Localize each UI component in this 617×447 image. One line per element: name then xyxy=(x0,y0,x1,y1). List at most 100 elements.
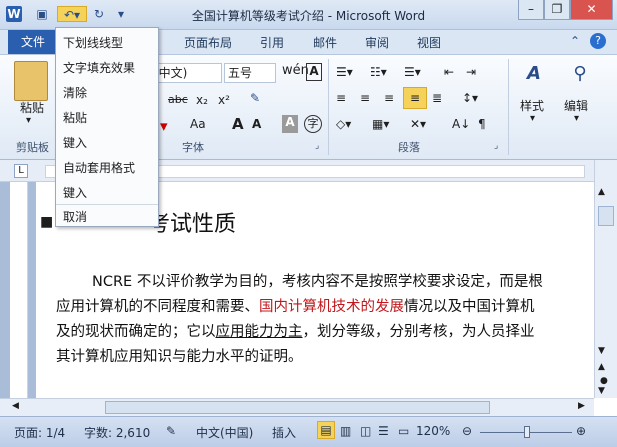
shrink-font-button[interactable]: A xyxy=(252,117,261,131)
paste-button[interactable]: 粘贴 xyxy=(20,99,44,116)
menu-item-clear[interactable]: 清除 xyxy=(63,84,87,101)
tab-view[interactable]: 视图 xyxy=(417,34,441,51)
draft-view-icon[interactable]: ▭ xyxy=(398,424,409,438)
multilevel-list-icon[interactable]: ☰▾ xyxy=(404,65,421,79)
increase-indent-icon[interactable]: ⇥ xyxy=(466,65,476,79)
change-case-button[interactable]: Aa xyxy=(190,117,206,131)
prev-page-icon[interactable]: ▲ xyxy=(598,362,605,372)
scroll-right-icon[interactable]: ▶ xyxy=(578,401,585,411)
text-run: 应用计算机的不同程度和需要、 xyxy=(56,299,259,315)
align-left-icon[interactable]: ≡ xyxy=(336,91,346,105)
text-run: ，划分等级，分别考核，为人员择业 xyxy=(302,324,535,340)
help-icon[interactable]: ? xyxy=(590,33,606,49)
styles-button[interactable]: 样式 xyxy=(520,97,544,114)
paste-icon[interactable] xyxy=(14,61,48,101)
scroll-down-icon[interactable]: ▼ xyxy=(598,346,605,356)
subscript-button[interactable]: x₂ xyxy=(196,93,208,107)
outline-view-icon[interactable]: ☰ xyxy=(378,424,389,438)
paragraph-group-label: 段落 xyxy=(398,141,420,154)
scroll-thumb[interactable] xyxy=(598,206,614,226)
scroll-left-icon[interactable]: ◀ xyxy=(12,401,19,411)
tab-mailings[interactable]: 邮件 xyxy=(313,34,337,51)
print-layout-view-icon[interactable]: ▤ xyxy=(317,421,335,439)
char-border-icon[interactable]: A xyxy=(306,63,322,81)
editing-button[interactable]: 编辑 xyxy=(564,97,588,114)
word-count[interactable]: 字数: 2,610 xyxy=(84,424,150,441)
menu-item-cancel[interactable]: 取消 xyxy=(63,208,87,225)
close-button[interactable]: ✕ xyxy=(570,0,613,20)
paragraph-line-3: 及的现状而确定的；它以应用能力为主，划分等级，分别考核，为人员择业 xyxy=(56,320,535,341)
vertical-ruler xyxy=(10,182,28,398)
text-run: 及的现状而确定的；它以 xyxy=(56,324,216,340)
menu-item-type-2[interactable]: 键入 xyxy=(63,184,87,201)
editing-dropdown-icon[interactable]: ▾ xyxy=(574,113,579,124)
enclose-char-button[interactable]: 字 xyxy=(304,115,322,133)
justify-icon[interactable]: ≡ xyxy=(403,87,427,109)
tab-page-layout[interactable]: 页面布局 xyxy=(184,34,232,51)
page-counter[interactable]: 页面: 1/4 xyxy=(14,424,65,441)
minimize-ribbon-icon[interactable]: ⌃ xyxy=(570,34,580,48)
next-page-icon[interactable]: ▼ xyxy=(598,386,605,396)
clear-format-icon[interactable]: ✎ xyxy=(250,91,260,105)
chinese-layout-icon[interactable]: ✕▾ xyxy=(410,117,426,131)
status-bar: 页面: 1/4 字数: 2,610 ✎ 中文(中国) 插入 ▤ ▥ ◫ ☰ ▭ … xyxy=(0,416,617,447)
minimize-button[interactable]: – xyxy=(518,0,544,20)
vertical-scrollbar[interactable]: ▲ ▼ ▲ ● ▼ xyxy=(594,160,617,398)
distributed-icon[interactable]: ≣ xyxy=(432,91,442,105)
font-dialog-launcher-icon[interactable]: ⌟ xyxy=(315,141,319,151)
menu-item-paste[interactable]: 粘贴 xyxy=(63,109,87,126)
zoom-in-icon[interactable]: ⊕ xyxy=(576,424,586,438)
find-binoculars-icon[interactable]: ⚲ xyxy=(566,63,594,91)
menu-item-text-fill[interactable]: 文字填充效果 xyxy=(63,59,135,76)
menu-item-type-1[interactable]: 键入 xyxy=(63,134,87,151)
language-indicator[interactable]: 中文(中国) xyxy=(196,424,253,441)
grow-font-button[interactable]: A xyxy=(232,115,244,133)
paragraph-line-4: 其计算机应用知识与能力水平的证明。 xyxy=(56,349,303,365)
font-color-button[interactable]: ▾ xyxy=(160,117,168,135)
borders-icon[interactable]: ▦▾ xyxy=(372,117,389,131)
text-run: 情况以及中国计算机 xyxy=(404,299,535,315)
proofing-icon[interactable]: ✎ xyxy=(166,424,176,438)
tab-review[interactable]: 审阅 xyxy=(365,34,389,51)
paragraph-dialog-launcher-icon[interactable]: ⌟ xyxy=(494,141,498,151)
font-group-label: 字体 xyxy=(182,141,204,154)
h-scroll-thumb[interactable] xyxy=(105,401,490,414)
align-right-icon[interactable]: ≡ xyxy=(384,91,394,105)
zoom-level[interactable]: 120% xyxy=(416,424,450,438)
zoom-slider-thumb[interactable] xyxy=(524,426,530,438)
decrease-indent-icon[interactable]: ⇤ xyxy=(444,65,454,79)
font-size-combo[interactable]: 五号 xyxy=(224,63,276,83)
menu-item-underline-style[interactable]: 下划线线型 xyxy=(63,34,123,51)
zoom-out-icon[interactable]: ⊖ xyxy=(462,424,472,438)
pinyin-guide-icon[interactable]: wén xyxy=(282,63,309,78)
align-center-icon[interactable]: ≡ xyxy=(360,91,370,105)
char-shading-button[interactable]: A xyxy=(282,115,298,133)
web-layout-icon[interactable]: ◫ xyxy=(360,424,371,438)
numbering-icon[interactable]: ☷▾ xyxy=(370,65,387,79)
font-name-combo[interactable]: (中文) xyxy=(150,63,222,83)
tab-file[interactable]: 文件 xyxy=(8,30,58,54)
bullets-icon[interactable]: ☰▾ xyxy=(336,65,353,79)
paste-dropdown-icon[interactable]: ▾ xyxy=(26,115,31,126)
superscript-button[interactable]: x² xyxy=(218,93,230,107)
title-bar: W ▣ ↶▾ ↻ ▾ 全国计算机等级考试介绍 - Microsoft Word … xyxy=(0,0,617,30)
horizontal-scrollbar[interactable]: ◀ ▶ xyxy=(0,398,594,416)
shading-icon[interactable]: ◇▾ xyxy=(336,117,351,131)
strikethrough-button[interactable]: abc xyxy=(168,93,188,106)
insert-mode-indicator[interactable]: 插入 xyxy=(272,424,296,441)
menu-item-autoformat[interactable]: 自动套用格式 xyxy=(63,159,135,176)
tab-selector-icon[interactable]: L xyxy=(14,164,28,178)
bullet-marker: ■ xyxy=(40,214,54,230)
styles-dropdown-icon[interactable]: ▾ xyxy=(530,113,535,124)
sort-icon[interactable]: A↓ xyxy=(452,117,470,131)
restore-button[interactable]: ❐ xyxy=(544,0,570,20)
styles-icon[interactable]: A xyxy=(520,63,548,91)
tab-references[interactable]: 引用 xyxy=(260,34,284,51)
line-spacing-icon[interactable]: ↕▾ xyxy=(462,91,478,105)
show-marks-icon[interactable]: ¶ xyxy=(478,117,486,131)
section-heading: 考试性质 xyxy=(148,212,237,237)
scroll-up-icon[interactable]: ▲ xyxy=(598,187,605,197)
browse-object-icon[interactable]: ● xyxy=(600,376,608,386)
full-screen-reading-icon[interactable]: ▥ xyxy=(340,424,351,438)
underlined-text-run: 应用能力为主 xyxy=(215,324,303,340)
